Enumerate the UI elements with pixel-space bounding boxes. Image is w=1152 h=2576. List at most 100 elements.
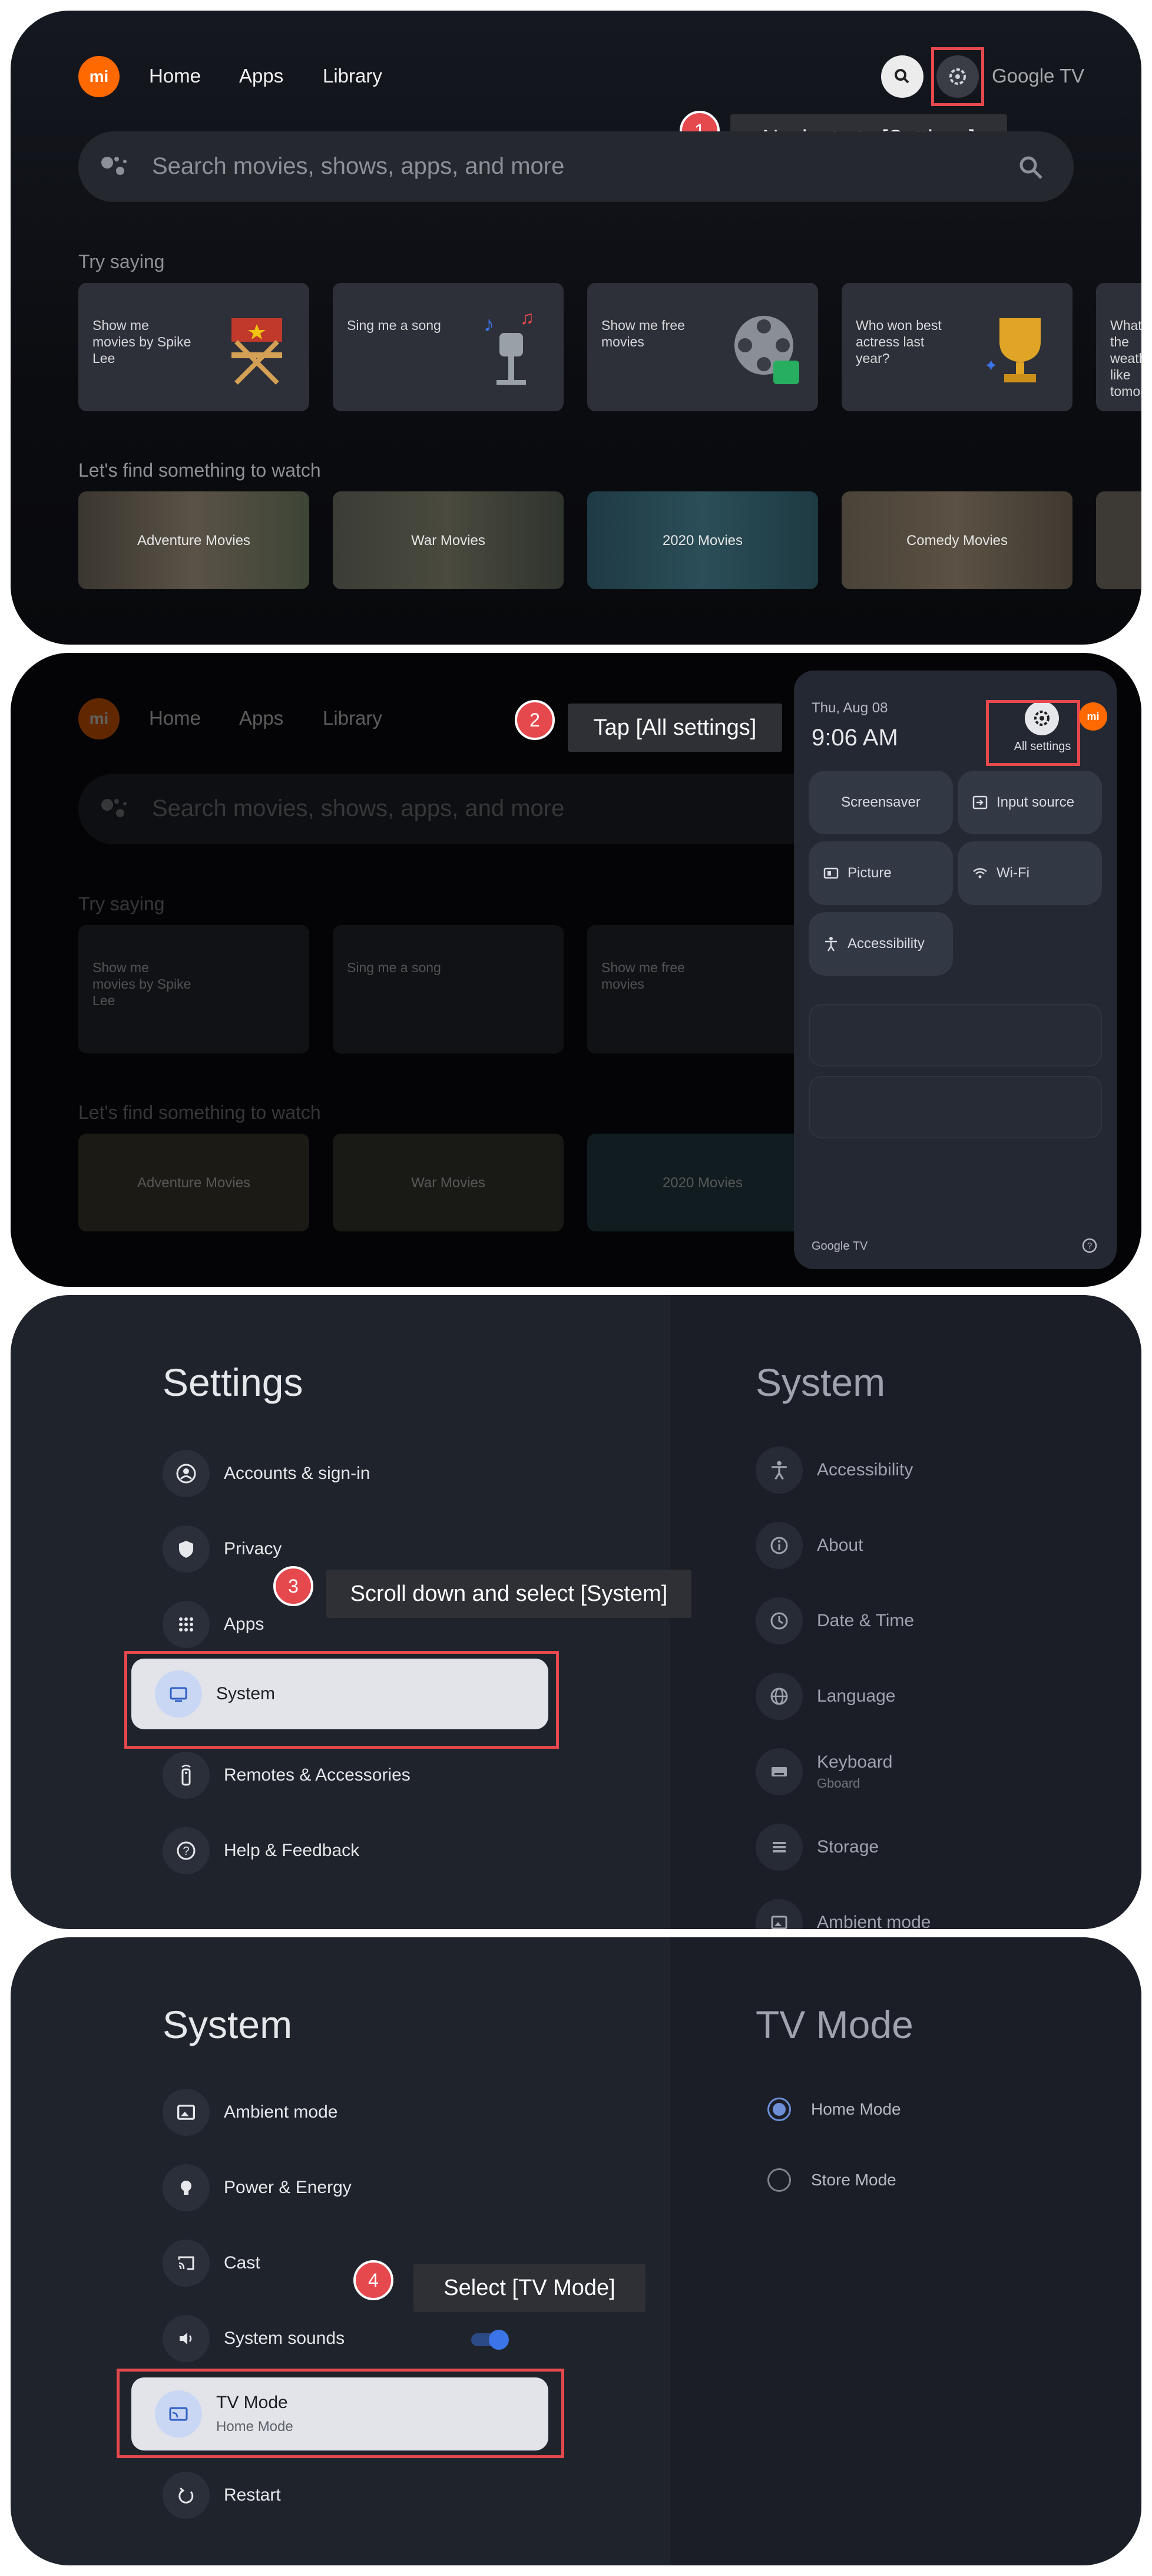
search-submit-icon[interactable] — [1017, 153, 1045, 181]
globe-icon — [770, 1687, 788, 1705]
nav-apps[interactable]: Apps — [239, 65, 283, 87]
settings-item-apps[interactable]: Apps — [163, 1599, 264, 1650]
account-avatar[interactable]: mi — [1079, 702, 1107, 731]
film-reel-icon — [734, 316, 799, 384]
input-source-icon — [972, 795, 988, 810]
microphone-music-icon: ♪ ♫ — [484, 307, 534, 385]
quick-settings-screen: mi Home Apps Library Search movies, show… — [11, 653, 1141, 1287]
ambient-mode-icon — [177, 2105, 195, 2120]
step-2-label: Tap [All settings] — [568, 704, 782, 752]
system-highlight — [124, 1651, 559, 1749]
svg-text:♫: ♫ — [520, 307, 534, 328]
suggestion-card[interactable]: What's the weather like tomorrow? — [1096, 283, 1141, 411]
settings-item-remotes[interactable]: Remotes & Accessories — [163, 1750, 411, 1801]
svg-text:♪: ♪ — [484, 312, 494, 336]
system-item-sounds[interactable]: System sounds — [163, 2313, 345, 2364]
apps-grid-icon — [179, 1617, 193, 1632]
suggestion-card[interactable]: Who won best actress last year? ✦ — [842, 283, 1072, 411]
restart-icon — [178, 2487, 194, 2504]
clock-icon — [770, 1612, 788, 1630]
try-saying-title: Try saying — [78, 251, 165, 272]
svg-text:✦: ✦ — [984, 356, 998, 375]
settings-screen: Settings Accounts & sign-in Privacy Apps… — [11, 1295, 1141, 1929]
accessibility-button[interactable]: Accessibility — [809, 912, 953, 976]
picture-icon — [823, 867, 839, 879]
search-button[interactable] — [881, 55, 923, 98]
shield-icon — [179, 1541, 193, 1558]
settings-highlight — [931, 47, 984, 106]
lightbulb-icon — [181, 2181, 191, 2195]
trophy-icon: ✦ — [984, 318, 1041, 382]
settings-title: Settings — [163, 1360, 303, 1404]
keyboard-icon — [772, 1767, 787, 1776]
suggestion-card[interactable]: Show me movies by Spike Lee — [78, 283, 309, 411]
radio-selected-icon — [767, 2098, 791, 2121]
preview-item-ambient: Ambient mode — [756, 1897, 931, 1929]
suggestion-card[interactable]: Show me free movies — [587, 283, 818, 411]
nav-library[interactable]: Library — [323, 65, 382, 87]
category-tile-2020[interactable]: 2020 Movies — [587, 491, 818, 589]
preview-item-keyboard: Keyboard Gboard — [756, 1746, 892, 1797]
step-4-number: 4 — [353, 2260, 393, 2300]
toggle-knob — [489, 2330, 509, 2350]
remote-icon — [181, 1765, 191, 1786]
google-assistant-icon — [101, 157, 127, 175]
tv-mode-option-store[interactable]: Store Mode — [767, 2168, 896, 2192]
notification-placeholder — [809, 1076, 1102, 1138]
preview-item-date-time: Date & Time — [756, 1596, 914, 1646]
step-2-number: 2 — [515, 700, 555, 740]
google-tv-brand: Google TV — [992, 65, 1085, 87]
system-item-restart[interactable]: Restart — [163, 2470, 281, 2521]
accessibility-icon — [772, 1461, 787, 1480]
help-icon: ? — [177, 1841, 196, 1860]
wifi-icon — [973, 868, 987, 879]
system-item-ambient[interactable]: Ambient mode — [163, 2087, 337, 2138]
accessibility-icon — [825, 937, 837, 952]
account-circle-icon — [176, 1464, 196, 1484]
google-tv-home-screen: mi Home Apps Library Google TV 1 Navigat… — [11, 11, 1141, 645]
system-item-cast[interactable]: Cast — [163, 2238, 260, 2288]
wifi-button[interactable]: Wi-Fi — [958, 841, 1102, 905]
system-sounds-toggle[interactable] — [471, 2330, 509, 2350]
qs-time: 9:06 AM — [812, 725, 898, 751]
step-3-number: 3 — [273, 1566, 313, 1606]
tv-mode-option-home[interactable]: Home Mode — [767, 2098, 901, 2121]
cast-icon — [178, 2256, 194, 2270]
nav-home[interactable]: Home — [149, 65, 201, 87]
search-placeholder: Search movies, shows, apps, and more — [152, 153, 565, 179]
category-tile-war[interactable]: War Movies — [333, 491, 564, 589]
ambient-mode-icon — [771, 1916, 787, 1929]
settings-item-privacy[interactable]: Privacy — [163, 1524, 282, 1574]
settings-item-accounts[interactable]: Accounts & sign-in — [163, 1448, 370, 1499]
search-icon — [895, 69, 909, 84]
input-source-button[interactable]: Input source — [958, 771, 1102, 834]
screensaver-button[interactable]: Screensaver — [809, 771, 953, 834]
storage-icon — [773, 1842, 786, 1852]
preview-item-accessibility: Accessibility — [756, 1445, 913, 1495]
watch-section-title: Let's find something to watch — [78, 460, 321, 481]
preview-item-storage: Storage — [756, 1822, 879, 1872]
preview-item-language: Language — [756, 1671, 895, 1722]
radio-unselected-icon — [767, 2168, 791, 2192]
directors-chair-icon — [231, 318, 282, 385]
suggestion-card[interactable]: Sing me a song ♪ ♫ — [333, 283, 564, 411]
svg-text:?: ? — [1087, 1241, 1092, 1251]
category-tile-comedy[interactable]: Comedy Movies — [842, 491, 1072, 589]
preview-item-about: About — [756, 1520, 863, 1571]
settings-item-help[interactable]: ? Help & Feedback — [163, 1825, 359, 1876]
system-item-power[interactable]: Power & Energy — [163, 2162, 352, 2213]
tv-mode-highlight — [117, 2369, 564, 2458]
step-3-label: Scroll down and select [System] — [326, 1570, 691, 1618]
picture-button[interactable]: Picture — [809, 841, 953, 905]
step-4-label: Select [TV Mode] — [413, 2264, 645, 2312]
preview-title: System — [756, 1360, 886, 1404]
qs-footer-brand: Google TV — [812, 1240, 868, 1253]
category-tile-more[interactable] — [1096, 491, 1141, 589]
svg-text:?: ? — [183, 1845, 189, 1858]
help-circle-icon[interactable]: ? — [1081, 1237, 1098, 1254]
qs-date: Thu, Aug 08 — [812, 700, 888, 716]
speaker-icon — [180, 2333, 192, 2344]
mi-logo: mi — [78, 56, 120, 97]
all-settings-highlight — [986, 700, 1080, 766]
category-tile-adventure[interactable]: Adventure Movies — [78, 491, 309, 589]
